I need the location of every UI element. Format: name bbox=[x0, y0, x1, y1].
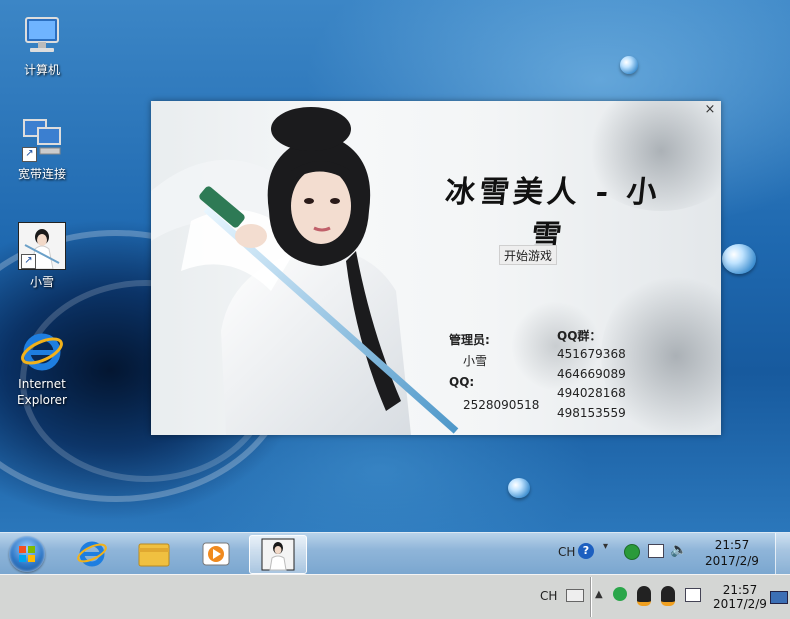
admin-label: 管理员: bbox=[449, 333, 490, 347]
ie-icon bbox=[77, 541, 107, 567]
start-button[interactable] bbox=[9, 536, 45, 572]
game-icon bbox=[261, 538, 295, 571]
security-shield-icon[interactable] bbox=[624, 544, 640, 560]
desktop-icon-computer[interactable]: 计算机 bbox=[10, 14, 74, 78]
explorer-icon bbox=[138, 543, 170, 567]
clock-date: 2017/2/9 bbox=[705, 554, 759, 568]
shortcut-arrow-icon: ↗ bbox=[22, 147, 37, 162]
network-tray-icon[interactable] bbox=[648, 544, 664, 558]
qq-penguin-icon[interactable] bbox=[637, 586, 651, 606]
water-drop bbox=[508, 478, 530, 498]
game-launcher-window: × 冰雪美人 - 小雪 开始游戏 管理员: 小雪 QQ: 2528090518 … bbox=[151, 101, 721, 435]
heroine-portrait bbox=[151, 107, 459, 435]
show-desktop-button[interactable] bbox=[775, 533, 790, 575]
volume-icon[interactable] bbox=[613, 587, 627, 601]
desktop-icon-ie[interactable]: Internet Explorer bbox=[10, 328, 74, 408]
qq-group-number: 451679368 bbox=[557, 347, 626, 361]
start-game-button[interactable]: 开始游戏 bbox=[499, 245, 557, 265]
language-indicator[interactable]: CH bbox=[558, 545, 575, 559]
qq-label: QQ: bbox=[449, 375, 475, 389]
volume-icon[interactable]: 🔈 bbox=[670, 542, 687, 558]
ie-icon bbox=[20, 328, 64, 372]
admin-name: 小雪 bbox=[463, 354, 488, 368]
media-player-icon bbox=[202, 542, 230, 566]
desktop-icon-label: 小雪 bbox=[29, 275, 54, 289]
desktop-icon-network[interactable]: ↗ 宽带连接 bbox=[10, 118, 74, 182]
computer-icon bbox=[20, 14, 64, 58]
water-drop bbox=[722, 244, 756, 274]
keyboard-icon[interactable] bbox=[566, 589, 584, 602]
water-drop bbox=[620, 56, 638, 74]
host-system-clock[interactable]: 21:57 2017/2/9 bbox=[708, 583, 772, 611]
desktop-icon-label: 计算机 bbox=[23, 63, 60, 77]
qq-group-number: 464669089 bbox=[557, 367, 626, 381]
help-icon[interactable]: ? bbox=[578, 543, 594, 559]
host-taskbar: CH ▲ 21:57 2017/2/9 bbox=[0, 574, 790, 619]
qq-group-number: 494028168 bbox=[557, 386, 626, 400]
game-shortcut-icon: ↗ bbox=[18, 222, 66, 270]
windows-logo-icon bbox=[19, 546, 35, 562]
desktop-icon-label: Internet Explorer bbox=[17, 377, 67, 407]
system-clock[interactable]: 21:57 2017/2/9 bbox=[700, 537, 764, 569]
remote-taskbar: CH ? ▾ 🔈 21:57 2017/2/9 bbox=[0, 532, 790, 575]
game-title: 冰雪美人 - 小雪 bbox=[443, 175, 663, 254]
host-show-desktop-icon[interactable] bbox=[770, 591, 788, 604]
close-button[interactable]: × bbox=[703, 103, 717, 117]
qq-number: 2528090518 bbox=[463, 398, 540, 412]
qq-penguin-icon[interactable] bbox=[661, 586, 675, 606]
network-connection-icon: ↗ bbox=[20, 118, 64, 162]
qq-group-number: 498153559 bbox=[557, 406, 626, 420]
taskbar-ie-button[interactable] bbox=[64, 535, 120, 572]
taskbar-media-player-button[interactable] bbox=[188, 535, 244, 572]
taskbar-game-button[interactable] bbox=[249, 535, 307, 574]
tray-expand-icon[interactable]: ▾ bbox=[603, 541, 608, 552]
host-clock-time: 21:57 bbox=[722, 583, 758, 597]
desktop-icon-label: 宽带连接 bbox=[17, 167, 66, 181]
network-tray-icon[interactable] bbox=[685, 588, 701, 602]
taskbar-explorer-button[interactable] bbox=[126, 535, 182, 572]
host-language-indicator[interactable]: CH bbox=[540, 589, 557, 603]
clock-time: 21:57 bbox=[714, 538, 750, 552]
remote-desktop: 计算机 ↗ 宽带连接 ↗ 小雪 Internet Explorer × 冰雪美人… bbox=[0, 0, 790, 532]
shortcut-arrow-icon: ↗ bbox=[21, 254, 36, 269]
tray-expand-icon[interactable]: ▲ bbox=[595, 589, 603, 600]
desktop-icon-game[interactable]: ↗ 小雪 bbox=[10, 222, 74, 290]
qq-group-label: QQ群： bbox=[557, 329, 602, 343]
host-clock-date: 2017/2/9 bbox=[713, 597, 767, 611]
